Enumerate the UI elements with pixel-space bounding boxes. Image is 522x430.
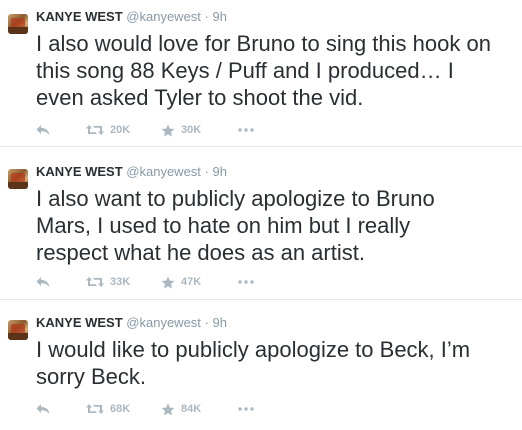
header-separator: ·	[204, 9, 209, 24]
star-icon	[161, 124, 175, 137]
tweet-timestamp[interactable]: 9h	[213, 315, 227, 330]
retweet-count: 68K	[110, 403, 131, 415]
more-button[interactable]	[238, 400, 254, 418]
tweet-header: KANYE WEST @kanyewest · 9h	[36, 315, 227, 331]
favorite-button[interactable]: 84K	[161, 400, 201, 418]
reply-icon	[36, 124, 50, 136]
reply-button[interactable]	[36, 400, 50, 418]
tweet[interactable]: KANYE WEST @kanyewest · 9h I also want t…	[0, 152, 522, 295]
more-icon	[238, 280, 254, 284]
retweet-button[interactable]: 68K	[86, 400, 130, 418]
favorite-button[interactable]: 30K	[161, 121, 201, 139]
author-handle[interactable]: @kanyewest	[126, 164, 201, 179]
more-button[interactable]	[238, 273, 254, 291]
tweet-timestamp[interactable]: 9h	[213, 164, 227, 179]
retweet-icon	[86, 403, 104, 415]
tweet-text: I also want to publicly apologize to Bru…	[36, 186, 435, 265]
favorite-button[interactable]: 47K	[161, 273, 201, 291]
retweet-button[interactable]: 20K	[86, 121, 130, 139]
reply-button[interactable]	[36, 273, 50, 291]
more-icon	[238, 128, 254, 132]
tweet-feed: KANYE WEST @kanyewest · 9h I also would …	[0, 0, 522, 430]
favorite-count: 30K	[181, 124, 202, 136]
header-separator: ·	[204, 164, 209, 179]
retweet-button[interactable]: 33K	[86, 273, 130, 291]
retweet-count: 33K	[110, 276, 131, 288]
more-button[interactable]	[238, 121, 254, 139]
author-name[interactable]: KANYE WEST	[36, 9, 123, 24]
retweet-count: 20K	[110, 124, 131, 136]
tweet-timestamp[interactable]: 9h	[213, 9, 227, 24]
tweet-header: KANYE WEST @kanyewest · 9h	[36, 9, 227, 25]
more-icon	[238, 407, 254, 411]
tweet[interactable]: KANYE WEST @kanyewest · 9h I would like …	[0, 304, 522, 430]
reply-icon	[36, 276, 50, 288]
author-name[interactable]: KANYE WEST	[36, 315, 123, 330]
retweet-icon	[86, 276, 104, 288]
author-name[interactable]: KANYE WEST	[36, 164, 123, 179]
header-separator: ·	[204, 315, 209, 330]
avatar[interactable]	[8, 14, 28, 34]
star-icon	[161, 403, 175, 416]
tweet[interactable]: KANYE WEST @kanyewest · 9h I also would …	[0, 0, 522, 143]
reply-icon	[36, 403, 50, 415]
tweet-text: I would like to publicly apologize to Be…	[36, 337, 471, 389]
retweet-icon	[86, 124, 104, 136]
author-handle[interactable]: @kanyewest	[126, 9, 201, 24]
favorite-count: 47K	[181, 276, 202, 288]
tweet-header: KANYE WEST @kanyewest · 9h	[36, 164, 227, 180]
tweet-text: I also would love for Bruno to sing this…	[36, 31, 491, 110]
reply-button[interactable]	[36, 121, 50, 139]
divider	[0, 299, 522, 300]
divider	[0, 146, 522, 147]
avatar[interactable]	[8, 320, 28, 340]
favorite-count: 84K	[181, 403, 202, 415]
author-handle[interactable]: @kanyewest	[126, 315, 201, 330]
avatar[interactable]	[8, 169, 28, 189]
star-icon	[161, 276, 175, 289]
